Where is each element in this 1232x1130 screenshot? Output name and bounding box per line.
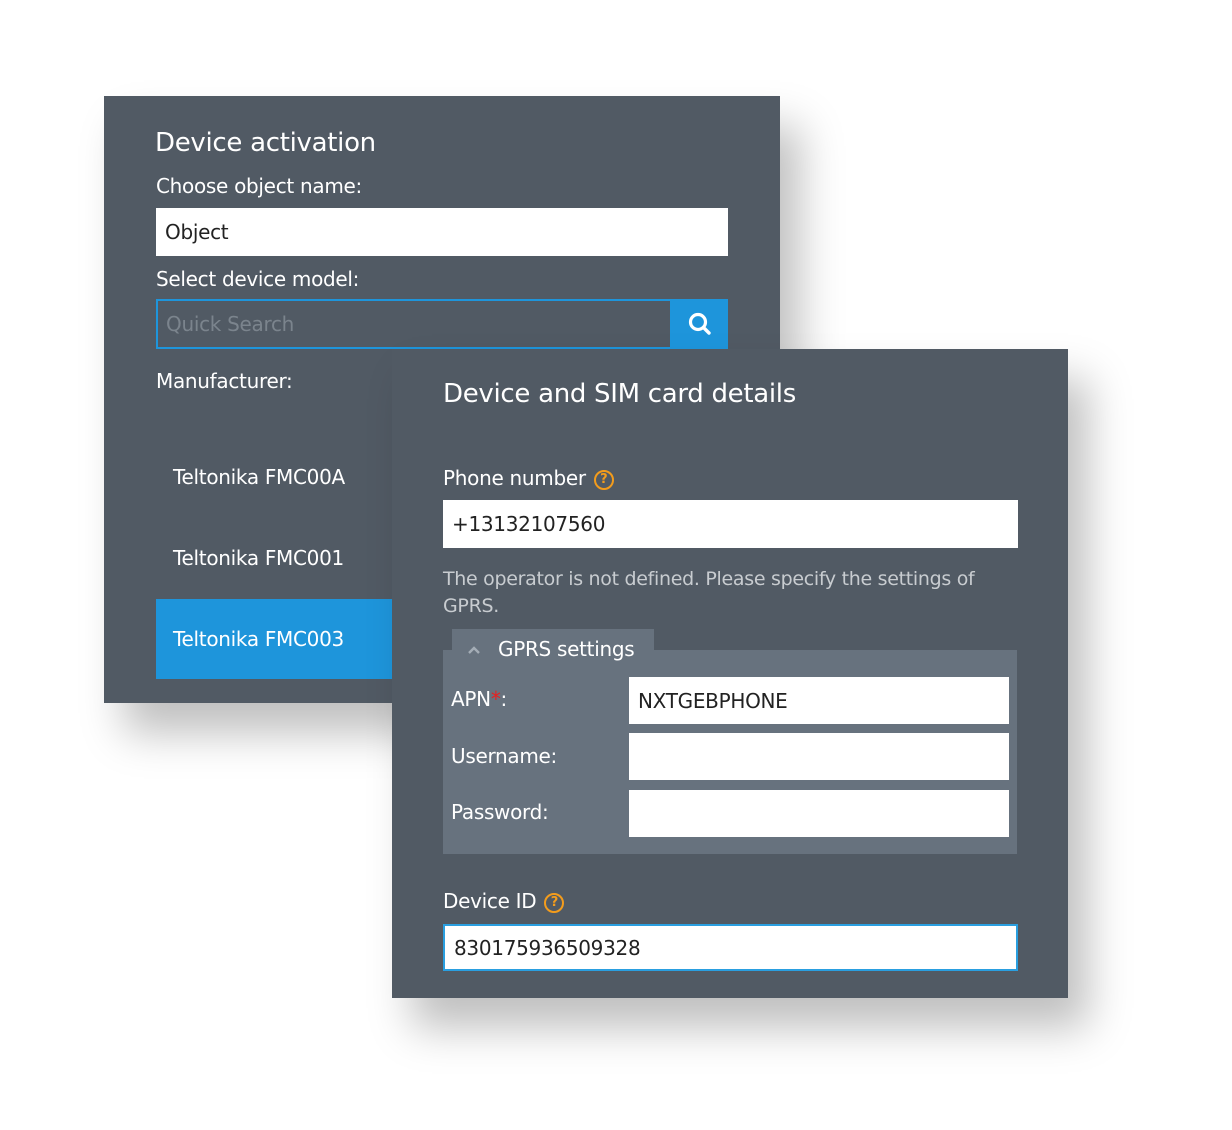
device-id-label: Device ID?	[443, 889, 565, 913]
panel-title: Device activation	[155, 128, 376, 158]
phone-number-input[interactable]	[443, 500, 1018, 548]
search-button[interactable]	[671, 299, 728, 349]
operator-hint: The operator is not defined. Please spec…	[443, 568, 975, 617]
chevron-up-icon	[468, 646, 480, 654]
password-label: Password:	[451, 800, 549, 824]
device-list-item[interactable]: Teltonika FMC001	[156, 518, 392, 598]
apn-label-text: APN	[451, 687, 491, 711]
object-name-input[interactable]	[156, 208, 728, 256]
username-input[interactable]	[629, 733, 1009, 780]
quick-search-input[interactable]	[156, 299, 672, 349]
apn-label: APN*:	[451, 687, 507, 711]
phone-number-label-text: Phone number	[443, 466, 586, 490]
gprs-settings-toggle[interactable]: GPRS settings	[452, 629, 654, 667]
device-model-label: Select device model:	[156, 267, 360, 291]
device-id-input[interactable]	[443, 924, 1018, 971]
gprs-settings-label: GPRS settings	[498, 637, 635, 661]
panel-title: Device and SIM card details	[443, 379, 796, 409]
apn-label-suffix: :	[500, 687, 508, 711]
device-item-label: Teltonika FMC001	[173, 546, 344, 570]
help-icon[interactable]: ?	[544, 893, 565, 913]
device-item-label: Teltonika FMC00A	[173, 465, 345, 489]
device-item-label: Teltonika FMC003	[173, 627, 344, 651]
password-input[interactable]	[629, 790, 1009, 837]
search-icon	[688, 312, 711, 335]
device-id-label-text: Device ID	[443, 889, 537, 913]
apn-input[interactable]	[629, 677, 1009, 724]
required-mark: *	[490, 687, 501, 711]
help-icon[interactable]: ?	[593, 470, 614, 490]
manufacturer-label: Manufacturer:	[156, 369, 293, 393]
device-list-item-selected[interactable]: Teltonika FMC003	[156, 599, 392, 679]
sim-details-panel: Device and SIM card details Phone number…	[392, 349, 1068, 998]
username-label: Username:	[451, 744, 557, 768]
gprs-settings-section: APN*: Username: Password:	[443, 650, 1017, 854]
phone-number-label: Phone number?	[443, 466, 614, 490]
device-list-item[interactable]: Teltonika FMC00A	[156, 437, 392, 517]
object-name-label: Choose object name:	[156, 174, 362, 198]
